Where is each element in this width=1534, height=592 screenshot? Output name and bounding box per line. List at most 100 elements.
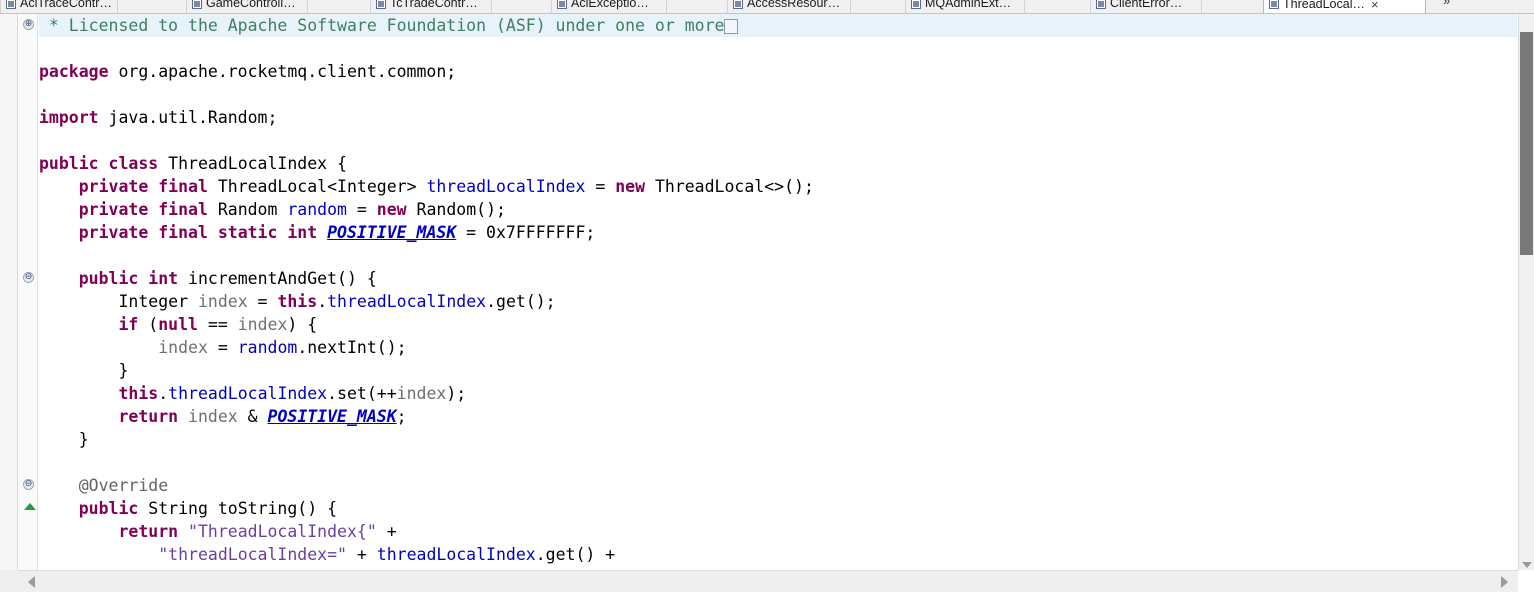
java-file-icon xyxy=(376,0,386,9)
editor-tab-4[interactable]: AccessResour… xyxy=(727,0,851,13)
code-token-kw: public class xyxy=(39,154,159,173)
code-token-plain: = xyxy=(585,177,616,196)
code-line[interactable]: public int incrementAndGet() { xyxy=(39,267,1517,290)
java-file-icon xyxy=(1269,0,1279,9)
editor-tab-5[interactable]: MQAdminExt… xyxy=(905,0,1025,13)
code-token-plain: + xyxy=(376,522,397,541)
code-token-lvar: index xyxy=(237,315,288,334)
code-token-kw: new xyxy=(615,177,646,196)
code-token-cmt: * Licensed to the Apache Software Founda… xyxy=(39,16,725,35)
code-token-fld: threadLocalIndex xyxy=(426,177,586,196)
code-token-plain: } xyxy=(39,430,89,449)
editor-tab-label: ThreadLocal… xyxy=(1283,0,1365,11)
code-token-str: "threadLocalIndex=" xyxy=(158,545,347,564)
collapsed-fold-box-icon[interactable] xyxy=(724,19,739,34)
editor-tab-label: AclExceptio… xyxy=(571,0,649,11)
code-line[interactable]: private final Random random = new Random… xyxy=(39,198,1517,221)
code-token-plain: org.apache.rocketmq.client.common; xyxy=(108,62,457,81)
scroll-down-arrow-icon[interactable] xyxy=(1522,562,1532,568)
tab-overflow-chevron-icon[interactable]: » xyxy=(1443,0,1450,8)
code-token-kw: null xyxy=(158,315,198,334)
code-line[interactable]: public class ThreadLocalIndex { xyxy=(39,152,1517,175)
java-file-icon xyxy=(911,0,921,9)
code-line[interactable]: Integer index = this.threadLocalIndex.ge… xyxy=(39,290,1517,313)
task-marker-icon[interactable] xyxy=(24,503,36,510)
code-token-fld: random xyxy=(287,200,347,219)
editor-body: ⊕ ⊖ ⊖ * Licensed to the Apache Software Fo… xyxy=(0,14,1534,570)
code-token-kw: private final xyxy=(78,177,208,196)
editor-tab-7[interactable]: ThreadLocal… × xyxy=(1263,0,1426,13)
scroll-left-arrow-icon[interactable] xyxy=(28,576,35,588)
code-text-area[interactable]: * Licensed to the Apache Software Founda… xyxy=(39,14,1517,570)
code-token-fld: random xyxy=(237,338,298,357)
code-token-plain: .get(); xyxy=(486,292,556,311)
editor-fold-gutter[interactable]: ⊕ ⊖ ⊖ xyxy=(19,14,38,570)
code-token-fld: threadLocalIndex xyxy=(168,384,328,403)
editor-left-ruler xyxy=(0,14,18,570)
code-line[interactable]: index = random.nextInt(); xyxy=(39,336,1517,359)
java-file-icon xyxy=(1096,0,1106,9)
code-line[interactable]: package org.apache.rocketmq.client.commo… xyxy=(39,60,1517,83)
editor-tab-1[interactable]: GameControll… xyxy=(186,0,308,13)
editor-tab-0[interactable]: AclTraceContr… xyxy=(0,0,118,13)
code-token-kw: return xyxy=(118,522,179,541)
code-line[interactable] xyxy=(39,83,1517,106)
editor-tab-label: GameControll… xyxy=(206,0,296,11)
vertical-scrollbar[interactable] xyxy=(1518,14,1534,570)
editor-tab-2[interactable]: TcTradeContr… xyxy=(370,0,492,13)
code-token-plain: = xyxy=(247,292,278,311)
scroll-right-arrow-icon[interactable] xyxy=(1501,576,1508,588)
code-line[interactable]: } xyxy=(39,359,1517,382)
tab-close-icon[interactable]: × xyxy=(1371,0,1379,11)
editor-tab-3[interactable]: AclExceptio… xyxy=(551,0,667,13)
fold-collapse-icon[interactable]: ⊖ xyxy=(23,479,34,490)
code-line[interactable]: "threadLocalIndex=" + threadLocalIndex.g… xyxy=(39,543,1517,566)
code-token-plain: + xyxy=(346,545,377,564)
code-line[interactable]: @Override xyxy=(39,474,1517,497)
code-token-kw: public int xyxy=(78,269,179,288)
code-token-plain: } xyxy=(39,361,129,380)
code-token-kw: import xyxy=(39,108,99,127)
code-line[interactable]: if (null == index) { xyxy=(39,313,1517,336)
code-line[interactable] xyxy=(39,451,1517,474)
editor-tab-label: MQAdminExt… xyxy=(925,0,1012,11)
vertical-scrollbar-thumb[interactable] xyxy=(1520,32,1533,255)
code-token-plain: Random(); xyxy=(406,200,506,219)
fold-collapse-icon[interactable]: ⊖ xyxy=(23,272,34,283)
code-token-plain: incrementAndGet() { xyxy=(178,269,377,288)
fold-expand-icon[interactable]: ⊕ xyxy=(23,19,34,30)
code-line[interactable]: import java.util.Random; xyxy=(39,106,1517,129)
code-token-kw: this xyxy=(118,384,159,403)
code-token-plain: & xyxy=(237,407,268,426)
code-line[interactable]: public String toString() { xyxy=(39,497,1517,520)
horizontal-scrollbar[interactable] xyxy=(18,570,1518,592)
code-token-fld: threadLocalIndex xyxy=(327,292,487,311)
code-token-plain: .get() + xyxy=(535,545,616,564)
code-token-kw: this xyxy=(277,292,318,311)
code-token-kw: private final xyxy=(78,200,208,219)
code-line[interactable]: * Licensed to the Apache Software Founda… xyxy=(39,14,1517,37)
code-line[interactable]: } xyxy=(39,428,1517,451)
code-line[interactable] xyxy=(39,129,1517,152)
code-line[interactable] xyxy=(39,37,1517,60)
code-token-lvar: index xyxy=(158,338,208,357)
code-line[interactable]: private final static int POSITIVE_MASK =… xyxy=(39,221,1517,244)
code-line[interactable]: return "ThreadLocalIndex{" + xyxy=(39,520,1517,543)
code-line[interactable]: private final ThreadLocal<Integer> threa… xyxy=(39,175,1517,198)
code-token-lvar: index xyxy=(396,384,447,403)
code-token-plain: Integer xyxy=(39,292,198,311)
code-token-plain: ( xyxy=(138,315,159,334)
code-line[interactable] xyxy=(39,244,1517,267)
code-token-plain: ); xyxy=(446,384,467,403)
code-token-cnst: POSITIVE_MASK xyxy=(327,223,457,242)
code-line[interactable]: return index & POSITIVE_MASK; xyxy=(39,405,1517,428)
code-token-lvar: index xyxy=(188,407,238,426)
editor-tab-6[interactable]: ClientError… xyxy=(1090,0,1202,13)
code-line[interactable]: this.threadLocalIndex.set(++index); xyxy=(39,382,1517,405)
